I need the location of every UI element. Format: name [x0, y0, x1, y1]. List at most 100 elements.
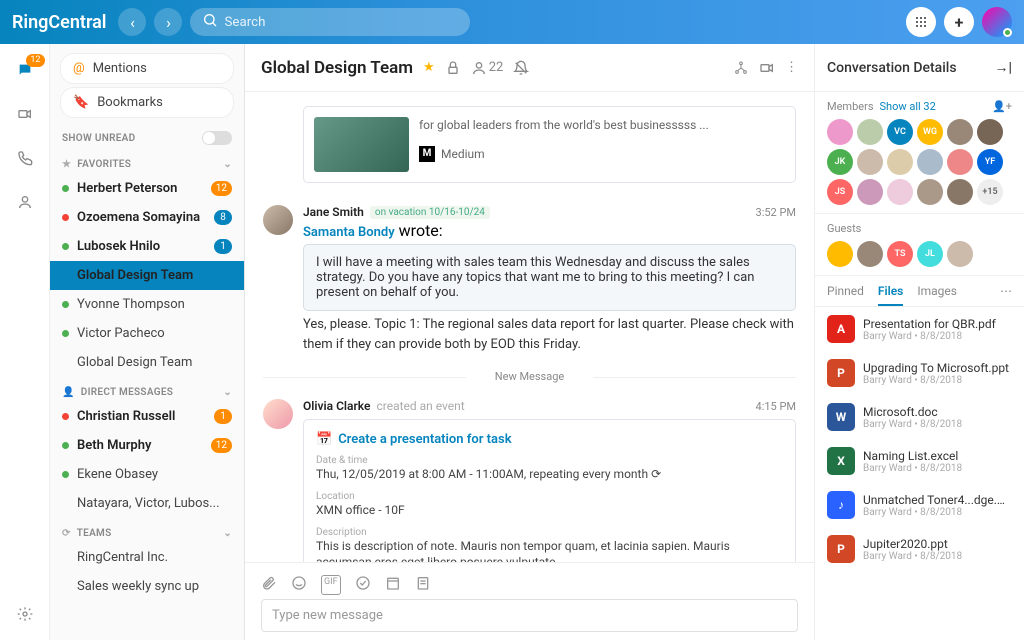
add-member-icon[interactable]: 👤+ [992, 100, 1012, 113]
member-avatar[interactable] [857, 179, 883, 205]
event-dt: Thu, 12/05/2019 at 8:00 AM - 11:00AM, re… [316, 466, 783, 483]
bookmarks-item[interactable]: 🔖Bookmarks [60, 87, 234, 118]
file-meta: Barry Ward • 8/8/2018 [863, 507, 1012, 518]
chat-badge: 12 [26, 54, 44, 67]
member-avatar[interactable]: VC [887, 119, 913, 145]
attach-icon[interactable] [261, 575, 277, 595]
tab-pinned[interactable]: Pinned [827, 284, 864, 306]
favorite-item[interactable]: Global Design Team [50, 261, 244, 290]
rail-contacts-icon[interactable] [13, 190, 37, 214]
message-avatar[interactable] [263, 399, 293, 429]
file-row[interactable]: APresentation for QBR.pdfBarry Ward • 8/… [815, 307, 1024, 351]
show-unread-toggle[interactable] [202, 131, 232, 145]
member-avatar[interactable] [947, 149, 973, 175]
file-type-icon: P [827, 359, 855, 387]
file-row[interactable]: ♪Unmatched Toner4...dge.mp4Barry Ward • … [815, 483, 1024, 527]
member-avatar[interactable] [917, 149, 943, 175]
mentions-label: Mentions [93, 61, 221, 76]
favorite-item[interactable]: Yvonne Thompson [50, 290, 244, 319]
member-avatar[interactable] [827, 119, 853, 145]
favorite-item[interactable]: Ozoemena Somayina8 [50, 203, 244, 232]
favorite-item[interactable]: Victor Pacheco [50, 319, 244, 348]
member-avatar[interactable] [977, 119, 1003, 145]
user-avatar[interactable] [982, 7, 1012, 37]
message-avatar[interactable] [263, 205, 293, 235]
nav-back-button[interactable]: ‹ [118, 8, 146, 36]
gif-icon[interactable]: GIF [321, 575, 341, 595]
favorite-item[interactable]: Lubosek Hnilo1 [50, 232, 244, 261]
new-message-divider: New Message [263, 362, 796, 391]
org-icon[interactable] [733, 60, 749, 76]
member-avatar[interactable]: JK [827, 149, 853, 175]
member-avatar[interactable]: +15 [977, 179, 1003, 205]
guest-avatar[interactable] [947, 241, 973, 267]
tab-files[interactable]: Files [878, 284, 903, 306]
more-icon[interactable]: ⋮ [785, 60, 798, 75]
file-row[interactable]: PUpgrading To Microsoft.pptBarry Ward • … [815, 351, 1024, 395]
compose-input[interactable]: Type new message [261, 599, 798, 632]
member-avatar[interactable] [917, 179, 943, 205]
file-row[interactable]: PJupiter2020.pptBarry Ward • 8/8/2018 [815, 527, 1024, 571]
nav-rail: 12 [0, 44, 50, 640]
member-avatar[interactable]: WG [917, 119, 943, 145]
favorite-item[interactable]: Global Design Team [50, 348, 244, 377]
dialpad-button[interactable] [906, 7, 936, 37]
emoji-icon[interactable] [291, 575, 307, 595]
member-avatar[interactable] [947, 119, 973, 145]
star-icon[interactable]: ★ [423, 60, 435, 75]
search-box[interactable] [190, 8, 470, 36]
member-avatar[interactable]: JS [827, 179, 853, 205]
item-label: Beth Murphy [77, 438, 203, 453]
guest-avatar[interactable]: TS [887, 241, 913, 267]
presence-dot [62, 330, 69, 337]
member-avatar[interactable] [947, 179, 973, 205]
item-label: RingCentral Inc. [77, 550, 232, 565]
reply-name[interactable]: Samanta Bondy [303, 225, 395, 240]
members-count[interactable]: 22 [471, 60, 504, 76]
member-avatar[interactable] [857, 119, 883, 145]
item-label: Global Design Team [77, 355, 232, 370]
favorite-item[interactable]: Herbert Peterson12 [50, 174, 244, 203]
dm-item[interactable]: Natayara, Victor, Lubos... [50, 489, 244, 518]
lock-icon[interactable] [445, 60, 461, 76]
video-call-icon[interactable] [759, 60, 775, 76]
favorites-section[interactable]: ★FAVORITES⌄ [50, 149, 244, 174]
bell-off-icon[interactable] [513, 60, 529, 76]
member-avatar[interactable]: YF [977, 149, 1003, 175]
more-icon[interactable]: ⋯ [1000, 284, 1012, 306]
nav-forward-button[interactable]: › [154, 8, 182, 36]
calendar-icon[interactable] [385, 575, 401, 595]
guest-avatar[interactable]: JL [917, 241, 943, 267]
collapse-icon[interactable]: →| [995, 59, 1012, 76]
dm-section[interactable]: 👤DIRECT MESSAGES⌄ [50, 377, 244, 402]
dm-item[interactable]: Christian Russell1 [50, 402, 244, 431]
presence-dot [62, 471, 69, 478]
rail-settings-icon[interactable] [13, 602, 37, 626]
dm-item[interactable]: Beth Murphy12 [50, 431, 244, 460]
chevron-down-icon: ⌄ [223, 528, 232, 539]
tab-images[interactable]: Images [917, 284, 957, 306]
new-button[interactable]: + [944, 7, 974, 37]
member-avatar[interactable] [857, 149, 883, 175]
count-badge: 8 [214, 210, 232, 225]
team-item[interactable]: Sales weekly sync up [50, 572, 244, 601]
dm-item[interactable]: Ekene Obasey [50, 460, 244, 489]
rail-phone-icon[interactable] [13, 146, 37, 170]
rail-video-icon[interactable] [13, 102, 37, 126]
team-item[interactable]: RingCentral Inc. [50, 543, 244, 572]
guest-avatar[interactable] [857, 241, 883, 267]
search-input[interactable] [224, 15, 458, 30]
mentions-item[interactable]: @Mentions [60, 53, 234, 84]
file-row[interactable]: XNaming List.excelBarry Ward • 8/8/2018 [815, 439, 1024, 483]
search-icon [202, 12, 218, 32]
note-icon[interactable] [415, 575, 431, 595]
task-icon[interactable] [355, 575, 371, 595]
teams-section[interactable]: ⟳TEAMS⌄ [50, 518, 244, 543]
guest-avatar[interactable] [827, 241, 853, 267]
rail-chat-icon[interactable]: 12 [13, 58, 37, 82]
show-all-link[interactable]: Show all 32 [880, 100, 936, 113]
member-avatar[interactable] [887, 149, 913, 175]
member-avatar[interactable] [887, 179, 913, 205]
event-title[interactable]: 📅Create a presentation for task [316, 432, 783, 447]
file-row[interactable]: WMicrosoft.docBarry Ward • 8/8/2018 [815, 395, 1024, 439]
